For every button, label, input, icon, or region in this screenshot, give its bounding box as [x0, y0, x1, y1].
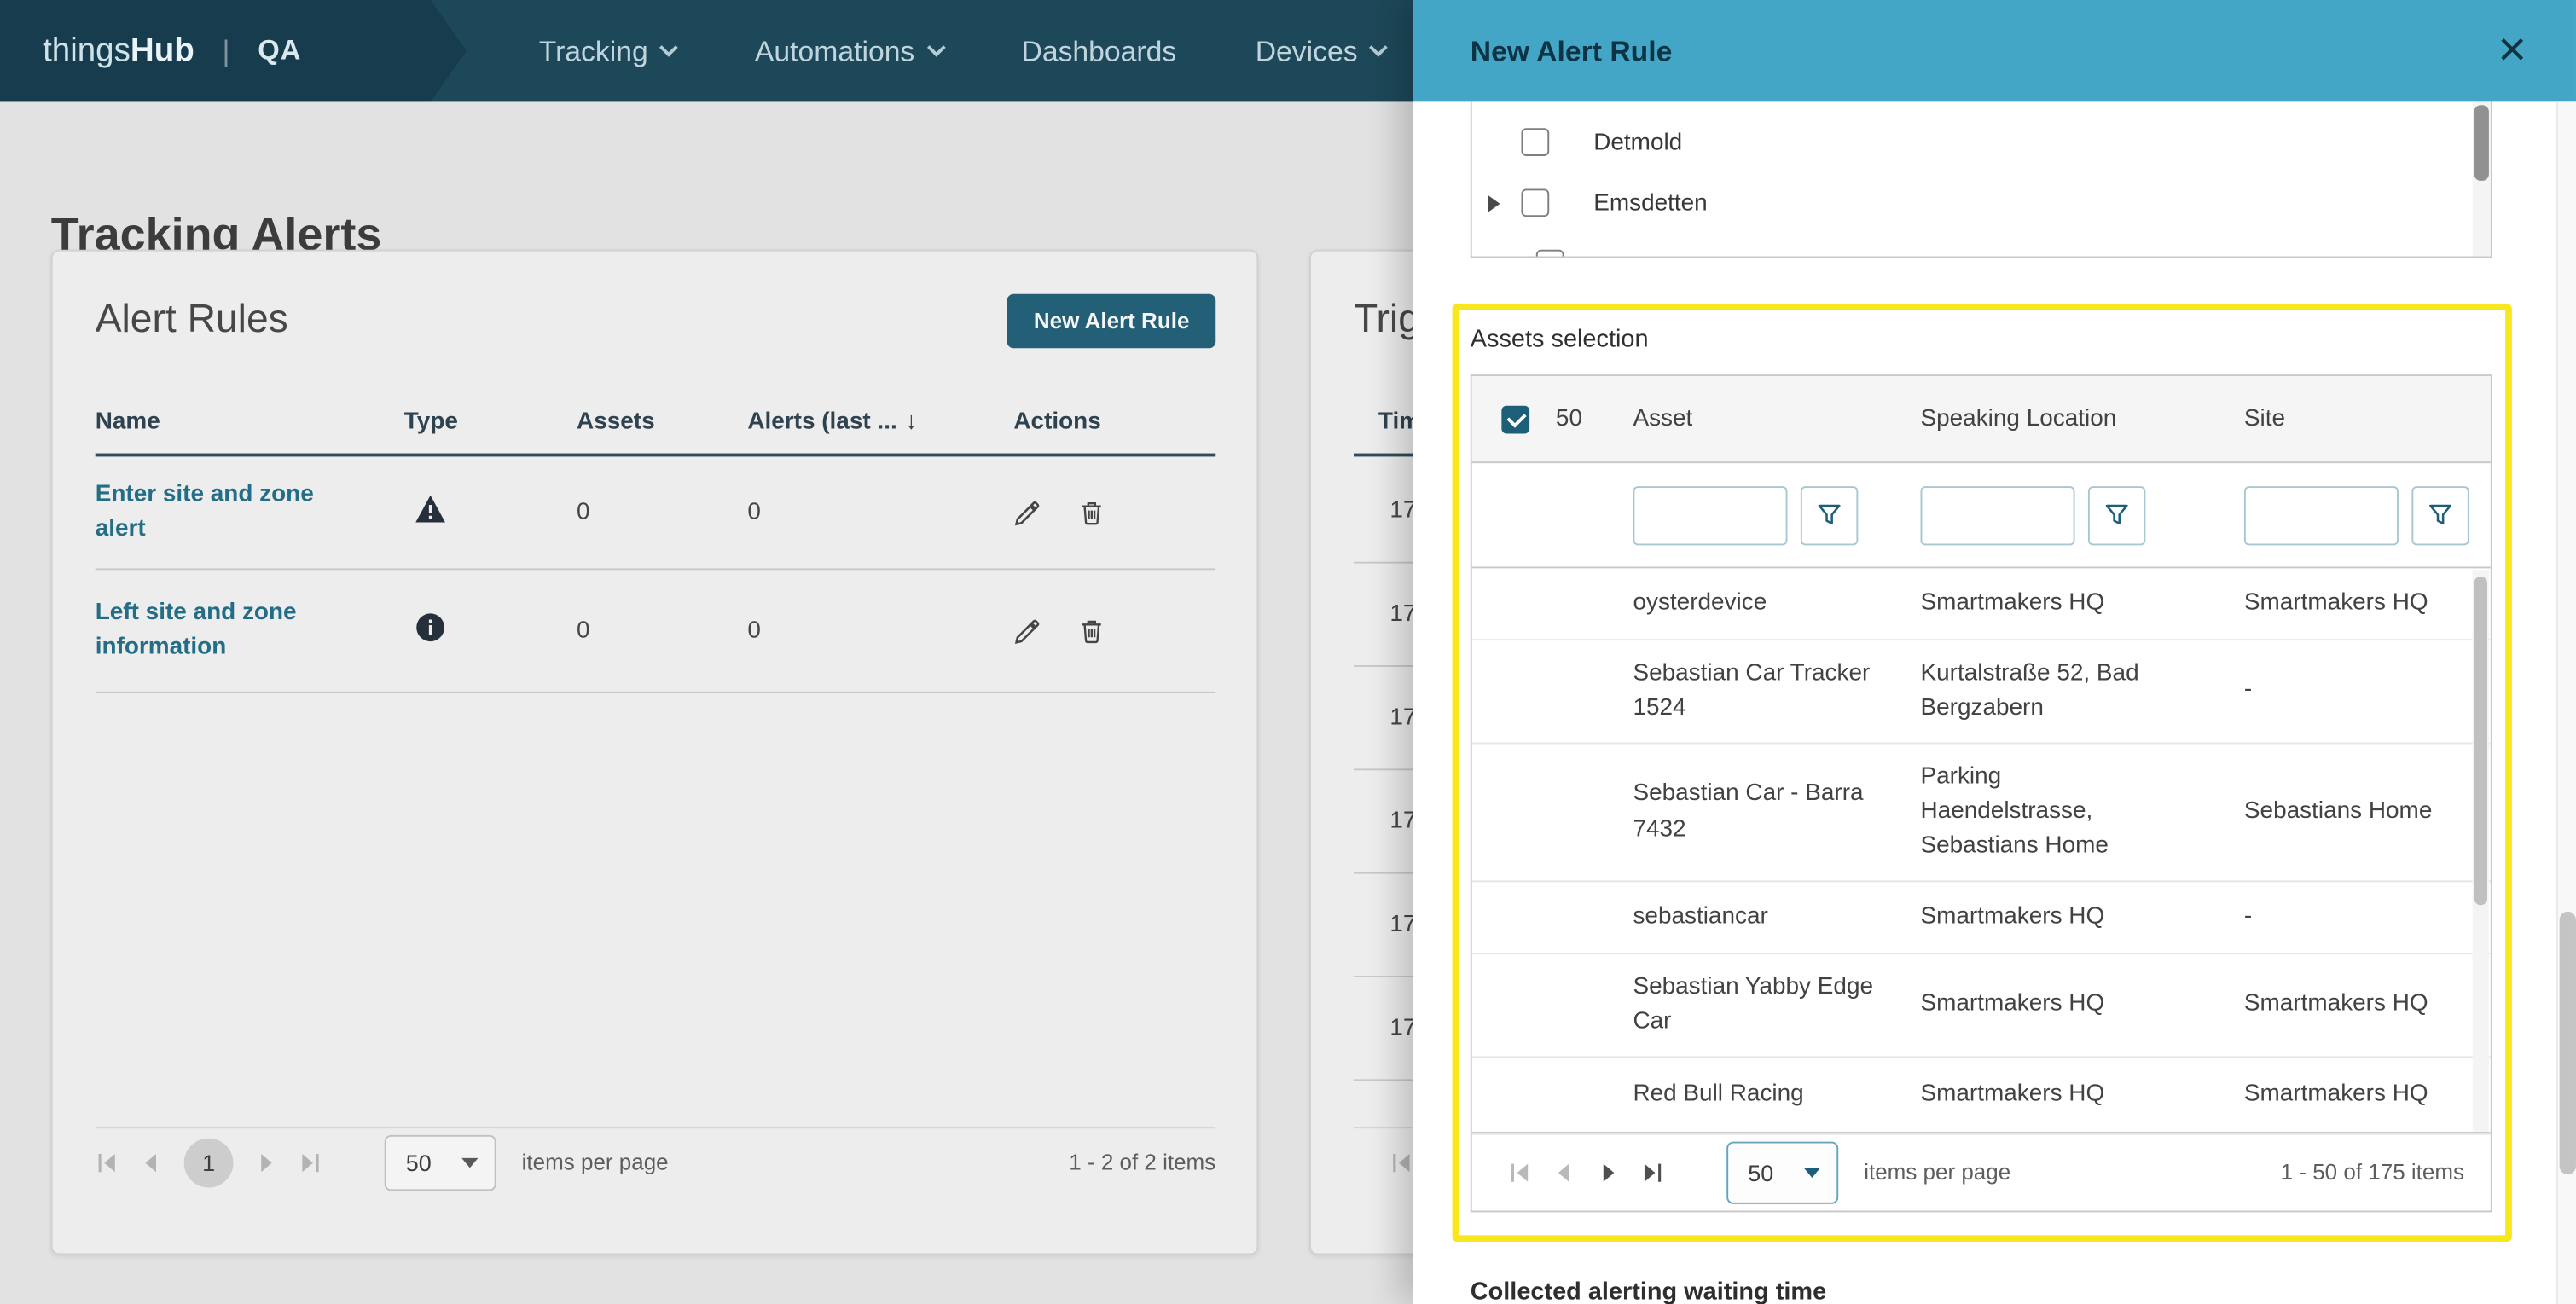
brand-block[interactable]: thingsHub | QA — [0, 0, 467, 101]
brand-things: things — [43, 32, 131, 70]
last-page-icon — [1641, 1161, 1664, 1184]
brand-divider: | — [223, 33, 230, 67]
column-asset[interactable]: Asset — [1633, 406, 1920, 432]
scrollbar-thumb[interactable] — [2560, 912, 2576, 1174]
site-cell: - — [2244, 900, 2491, 934]
scrollbar-thumb[interactable] — [2474, 105, 2489, 181]
nav-item-tracking[interactable]: Tracking — [500, 0, 716, 101]
first-page-icon — [1508, 1161, 1531, 1184]
location-filter-input[interactable] — [1920, 485, 2074, 544]
nav-item-label: Dashboards — [1021, 33, 1176, 67]
new-alert-rule-panel: New Alert Rule × Detmold Emsdetten — [1413, 0, 2576, 1304]
asset-cell: Sebastian Car Tracker 1524 — [1633, 657, 1883, 726]
grid-scrollbar[interactable] — [2473, 570, 2489, 1133]
assets-selection-highlight: Assets selection 50 Asset Speaking Locat… — [1453, 304, 2512, 1242]
site-cell: - — [2244, 675, 2491, 709]
first-page-button[interactable] — [1508, 1161, 1531, 1184]
checkbox-unchecked[interactable] — [1521, 128, 1549, 156]
panel-title: New Alert Rule — [1471, 33, 1673, 67]
page-size-value: 50 — [1748, 1159, 1773, 1185]
chevron-down-icon — [1370, 38, 1389, 56]
tree-item-partial[interactable] — [1472, 233, 2491, 258]
tree-item-detmold[interactable]: Detmold — [1472, 112, 2491, 172]
site-cell: Smartmakers HQ — [2244, 1078, 2491, 1112]
expand-arrow-icon[interactable] — [1488, 194, 1500, 211]
brand-hub: Hub — [131, 32, 194, 70]
asset-filter-input[interactable] — [1633, 485, 1787, 544]
asset-row[interactable]: Sebastian Car - Barra 7432 Parking Haend… — [1472, 744, 2491, 882]
app-root: thingsHub | QA Tracking Automations Dash… — [0, 0, 2576, 1304]
asset-cell: sebastiancar — [1633, 900, 1883, 934]
asset-cell: Red Bull Racing — [1633, 1078, 1883, 1112]
chevron-down-icon — [660, 38, 679, 56]
asset-cell: Sebastian Car - Barra 7432 — [1633, 778, 1883, 847]
asset-cell: Sebastian Yabby Edge Car — [1633, 971, 1883, 1040]
panel-scrollbar[interactable] — [2556, 101, 2576, 1304]
site-cell: Smartmakers HQ — [2244, 988, 2491, 1022]
close-icon[interactable]: × — [2488, 25, 2537, 78]
asset-row[interactable]: Sebastian Yabby Edge Car Smartmakers HQ … — [1472, 954, 2491, 1058]
grid-header-row: 50 Asset Speaking Location Site — [1472, 376, 2491, 463]
filter-funnel-icon — [2428, 502, 2453, 527]
filter-funnel-icon — [2104, 502, 2129, 527]
modal-backdrop[interactable] — [0, 101, 1413, 1304]
site-filter-button[interactable] — [2411, 485, 2469, 544]
panel-body: Detmold Emsdetten Assets selection — [1413, 101, 2576, 1304]
tree-item-label: Emsdetten — [1593, 189, 1708, 216]
chevron-down-icon — [926, 38, 945, 56]
nav-item-automations[interactable]: Automations — [716, 0, 983, 101]
nav-item-devices[interactable]: Devices — [1215, 0, 1424, 101]
checkbox-unchecked[interactable] — [1521, 188, 1549, 217]
checkbox-unchecked[interactable] — [1536, 250, 1564, 258]
asset-row[interactable]: sebastiancar Smartmakers HQ - — [1472, 882, 2491, 954]
nav-item-label: Devices — [1256, 33, 1358, 67]
asset-row[interactable]: Red Bull Racing Smartmakers HQ Smartmake… — [1472, 1058, 2491, 1135]
next-page-button[interactable] — [1597, 1161, 1620, 1184]
asset-filter-button[interactable] — [1801, 485, 1858, 544]
items-per-page-label: items per page — [1864, 1160, 2010, 1185]
last-page-button[interactable] — [1641, 1161, 1664, 1184]
grid-rows: oysterdevice Smartmakers HQ Smartmakers … — [1472, 568, 2491, 1134]
tree-item-emsdetten[interactable]: Emsdetten — [1472, 172, 2491, 233]
page-size-select[interactable]: 50 — [1726, 1141, 1837, 1203]
location-cell: Smartmakers HQ — [1920, 900, 2170, 934]
asset-row[interactable]: Sebastian Car Tracker 1524 Kurtalstraße … — [1472, 640, 2491, 744]
tree-scrollbar[interactable] — [2473, 101, 2491, 256]
site-tree: Detmold Emsdetten — [1471, 101, 2492, 258]
nav-item-label: Automations — [755, 33, 914, 67]
asset-cell: oysterdevice — [1633, 587, 1883, 621]
site-filter-input[interactable] — [2244, 485, 2399, 544]
grid-filter-row — [1472, 463, 2491, 568]
assets-selection-label: Assets selection — [1471, 325, 1649, 353]
filter-funnel-icon — [1817, 502, 1842, 527]
next-page-icon — [1597, 1161, 1620, 1184]
waiting-time-label: Collected alerting waiting time — [1471, 1278, 1826, 1304]
site-cell: Sebastians Home — [2244, 795, 2491, 829]
select-all-checkbox[interactable] — [1501, 405, 1529, 433]
location-filter-button[interactable] — [2088, 485, 2145, 544]
prev-page-button[interactable] — [1552, 1161, 1575, 1184]
column-site[interactable]: Site — [2244, 406, 2491, 432]
prev-page-icon — [1552, 1161, 1575, 1184]
asset-row[interactable]: oysterdevice Smartmakers HQ Smartmakers … — [1472, 568, 2491, 640]
nav-items: Tracking Automations Dashboards Devices — [500, 0, 1425, 101]
location-cell: Smartmakers HQ — [1920, 587, 2170, 621]
location-cell: Kurtalstraße 52, Bad Bergzabern — [1920, 657, 2170, 726]
tree-item-label: Detmold — [1593, 129, 1682, 155]
assets-grid: 50 Asset Speaking Location Site — [1471, 374, 2492, 1212]
nav-item-dashboards[interactable]: Dashboards — [982, 0, 1215, 101]
scrollbar-thumb[interactable] — [2474, 577, 2487, 905]
column-speaking-location[interactable]: Speaking Location — [1920, 406, 2243, 432]
assets-pagination: 50 items per page 1 - 50 of 175 items — [1472, 1132, 2491, 1210]
panel-header: New Alert Rule × — [1413, 0, 2576, 101]
location-cell: Parking Haendelstrasse, Sebastians Home — [1920, 761, 2170, 864]
site-cell: Smartmakers HQ — [2244, 587, 2491, 621]
env-badge: QA — [258, 34, 301, 67]
nav-item-label: Tracking — [539, 33, 648, 67]
location-cell: Smartmakers HQ — [1920, 988, 2170, 1022]
pagination-range-label: 1 - 50 of 175 items — [2281, 1160, 2464, 1185]
selected-count: 50 — [1556, 406, 1582, 432]
chevron-down-icon — [1803, 1167, 1819, 1177]
location-cell: Smartmakers HQ — [1920, 1078, 2170, 1112]
